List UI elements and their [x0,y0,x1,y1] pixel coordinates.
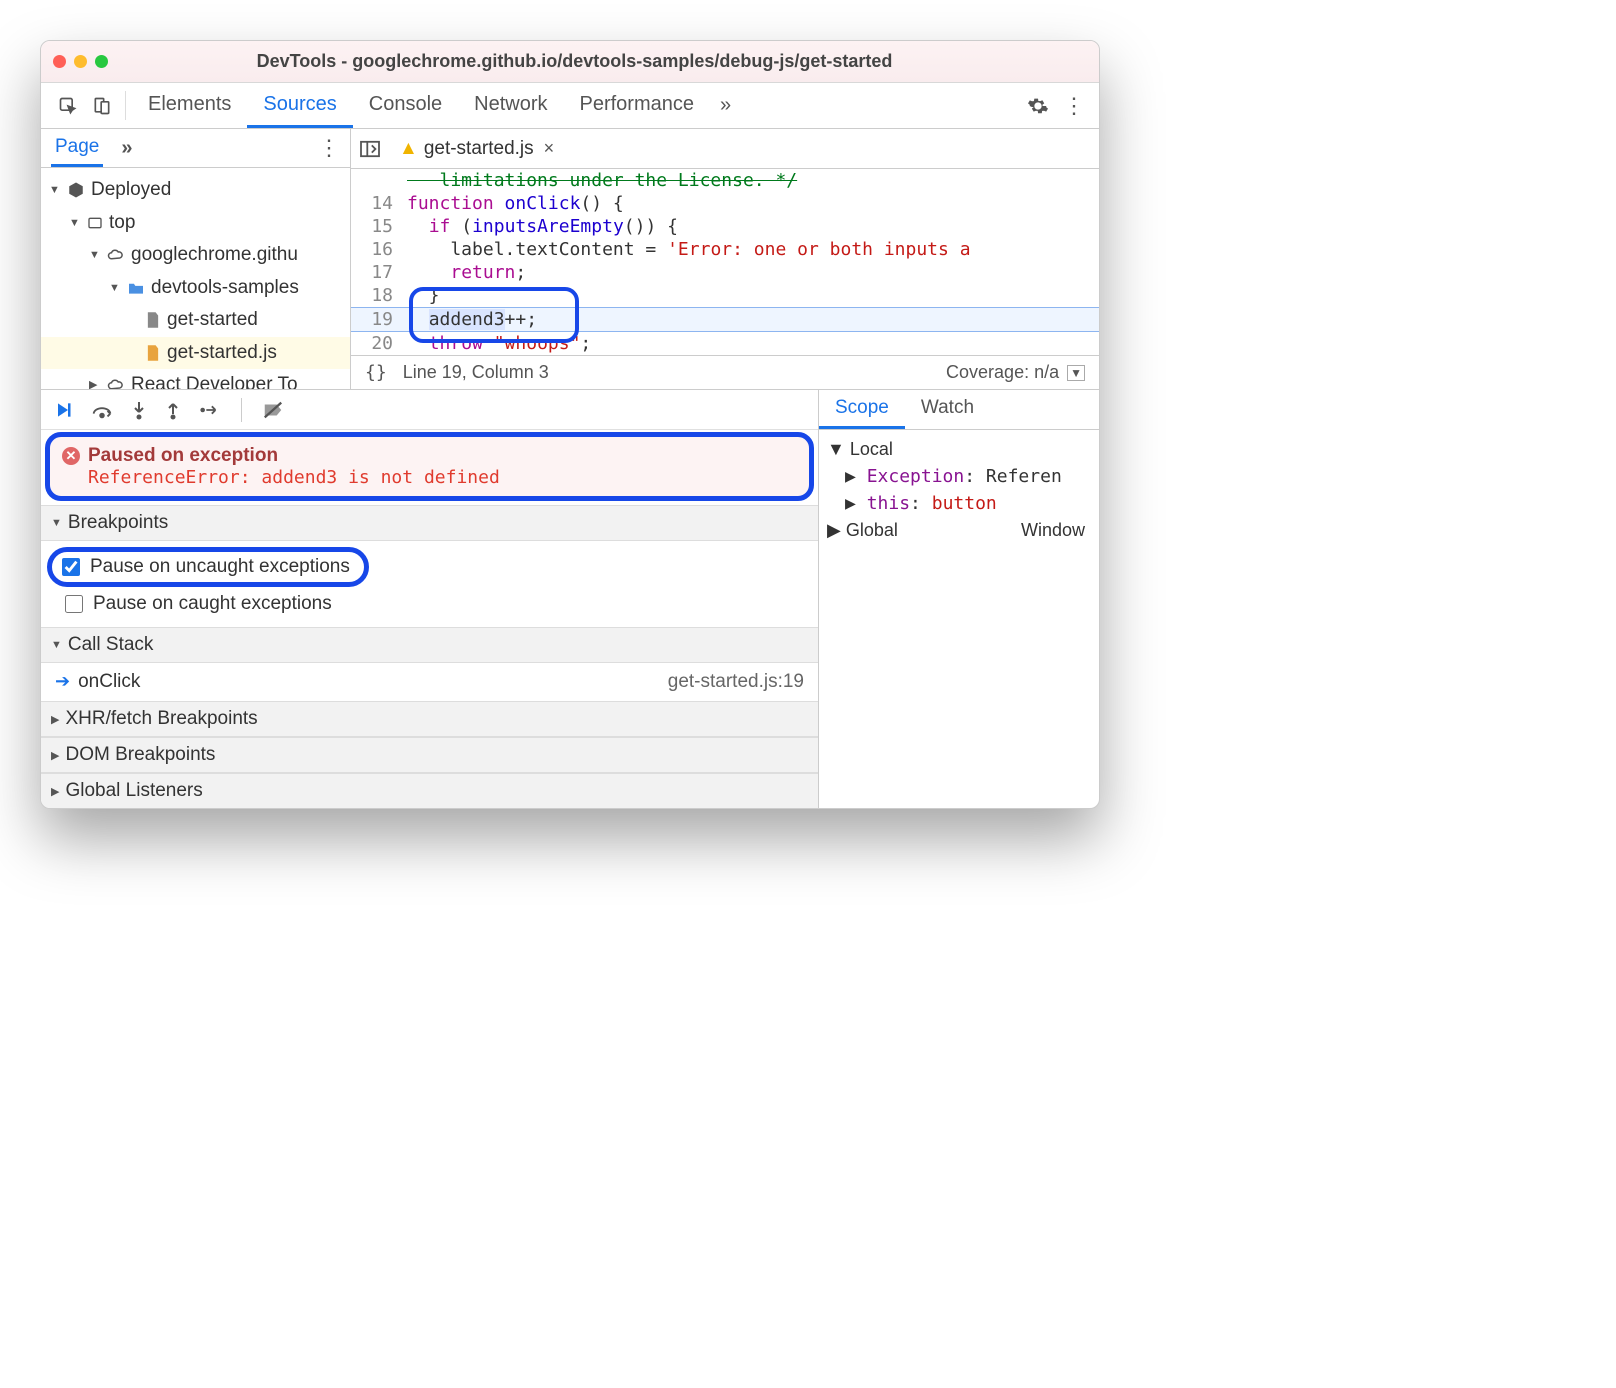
step-into-icon[interactable] [131,400,147,420]
main-toolbar: Elements Sources Console Network Perform… [41,83,1099,129]
scope-this[interactable]: ▶ this: button [827,490,1091,517]
editor-status-bar: {} Line 19, Column 3 Coverage: n/a ▼ [351,355,1099,389]
tab-sources[interactable]: Sources [247,83,352,128]
callstack-fn: onClick [78,671,140,692]
devtools-window: DevTools - googlechrome.github.io/devtoo… [40,40,1100,809]
file-tab-label: get-started.js [424,138,534,160]
tree-node-domain[interactable]: googlechrome.githu [41,239,350,272]
cursor-position: Line 19, Column 3 [403,362,549,383]
tree-node-folder[interactable]: devtools-samples [41,272,350,305]
separator [241,398,242,422]
navigator-overflow[interactable]: » [121,137,132,160]
pause-uncaught-label: Pause on uncaught exceptions [90,556,350,578]
tree-label: top [109,209,135,238]
file-tree: Deployed top googlechrome.githu devtools… [41,168,350,389]
pretty-print-icon[interactable]: {} [365,362,387,383]
coverage-dropdown-icon[interactable]: ▼ [1067,365,1085,381]
tab-performance[interactable]: Performance [564,83,711,128]
navigator-tab-page[interactable]: Page [51,129,103,167]
tree-label: get-started [167,306,258,335]
tree-label: Deployed [91,176,171,205]
navigator-menu-icon[interactable]: ⋮ [318,135,340,161]
resume-icon[interactable] [53,400,73,420]
close-tab-icon[interactable]: × [544,138,555,159]
tree-node-deployed[interactable]: Deployed [41,174,350,207]
titlebar: DevTools - googlechrome.github.io/devtoo… [41,41,1099,83]
show-navigator-icon[interactable] [357,140,383,158]
scope-exception[interactable]: ▶ Exception: Referen [827,463,1091,490]
frame-icon [87,215,103,231]
callstack-section-header[interactable]: ▼ Call Stack [41,627,818,663]
error-icon: ✕ [62,447,80,465]
paused-title: Paused on exception [88,445,278,467]
file-icon [145,344,161,362]
exception-message: ReferenceError: addend3 is not defined [62,467,797,488]
debugger-toolbar [41,390,818,430]
tree-label: get-started.js [167,339,277,368]
tree-label: devtools-samples [151,274,299,303]
coverage-label: Coverage: n/a [946,362,1059,383]
sources-main: Page » ⋮ Deployed top googlec [41,129,1099,389]
tab-elements[interactable]: Elements [132,83,247,128]
pause-uncaught-checkbox[interactable] [62,558,80,576]
maximize-window-button[interactable] [95,55,108,68]
tree-node-react[interactable]: React Developer To [41,369,350,389]
warning-icon: ▲ [399,138,418,160]
close-window-button[interactable] [53,55,66,68]
tab-console[interactable]: Console [353,83,458,128]
tab-scope[interactable]: Scope [819,390,905,429]
settings-icon[interactable] [1027,95,1049,117]
window-controls [53,55,108,68]
global-listeners-header[interactable]: ▶ Global Listeners [41,773,818,808]
tree-label: googlechrome.githu [131,241,298,270]
cloud-icon [107,378,125,389]
dom-breakpoints-header[interactable]: ▶ DOM Breakpoints [41,737,818,773]
editor-pane: ▲ get-started.js × limitations under the… [351,129,1099,389]
pause-caught-label: Pause on caught exceptions [93,593,332,615]
code-editor[interactable]: limitations under the License. */ 14func… [351,169,1099,355]
tab-watch[interactable]: Watch [905,390,990,429]
tree-node-top[interactable]: top [41,207,350,240]
editor-file-tab[interactable]: ▲ get-started.js × [391,138,562,160]
inspect-element-icon[interactable] [51,83,85,128]
tree-label: React Developer To [131,371,298,389]
pause-uncaught-highlight: Pause on uncaught exceptions [47,547,369,587]
navigator-header: Page » ⋮ [41,129,350,168]
file-icon [145,311,161,329]
step-over-icon[interactable] [91,400,113,420]
minimize-window-button[interactable] [74,55,87,68]
debugger-left: ✕ Paused on exception ReferenceError: ad… [41,390,819,808]
folder-icon [127,281,145,295]
current-frame-icon: ➔ [55,671,70,691]
scope-body: ▼ Local ▶ Exception: Referen ▶ this: but… [819,430,1099,550]
cube-icon [67,181,85,199]
tree-node-file-html[interactable]: get-started [41,304,350,337]
callstack-location: get-started.js:19 [668,671,804,693]
cloud-icon [107,248,125,262]
step-out-icon[interactable] [165,400,181,420]
tabs-overflow[interactable]: » [710,83,741,128]
paused-on-exception-banner: ✕ Paused on exception ReferenceError: ad… [45,432,814,501]
kebab-menu-icon[interactable]: ⋮ [1063,93,1085,119]
tab-network[interactable]: Network [458,83,563,128]
navigator-sidebar: Page » ⋮ Deployed top googlec [41,129,351,389]
editor-tab-bar: ▲ get-started.js × [351,129,1099,169]
deactivate-breakpoints-icon[interactable] [262,400,284,420]
callstack-frame[interactable]: ➔ onClick get-started.js:19 [41,663,818,701]
scope-panel: Scope Watch ▼ Local ▶ Exception: Referen… [819,390,1099,808]
window-title: DevTools - googlechrome.github.io/devtoo… [122,51,1087,72]
scope-global[interactable]: ▶ Global Window [827,517,1091,544]
scope-local[interactable]: ▼ Local [827,436,1091,463]
tree-node-file-js[interactable]: get-started.js [41,337,350,370]
pause-caught-checkbox[interactable] [65,595,83,613]
device-toggle-icon[interactable] [85,83,119,128]
separator [125,91,126,120]
xhr-breakpoints-header[interactable]: ▶ XHR/fetch Breakpoints [41,701,818,737]
scope-tabs: Scope Watch [819,390,1099,430]
step-icon[interactable] [199,402,221,418]
debugger-pane: ✕ Paused on exception ReferenceError: ad… [41,389,1099,808]
breakpoints-section-header[interactable]: ▼ Breakpoints [41,505,818,541]
